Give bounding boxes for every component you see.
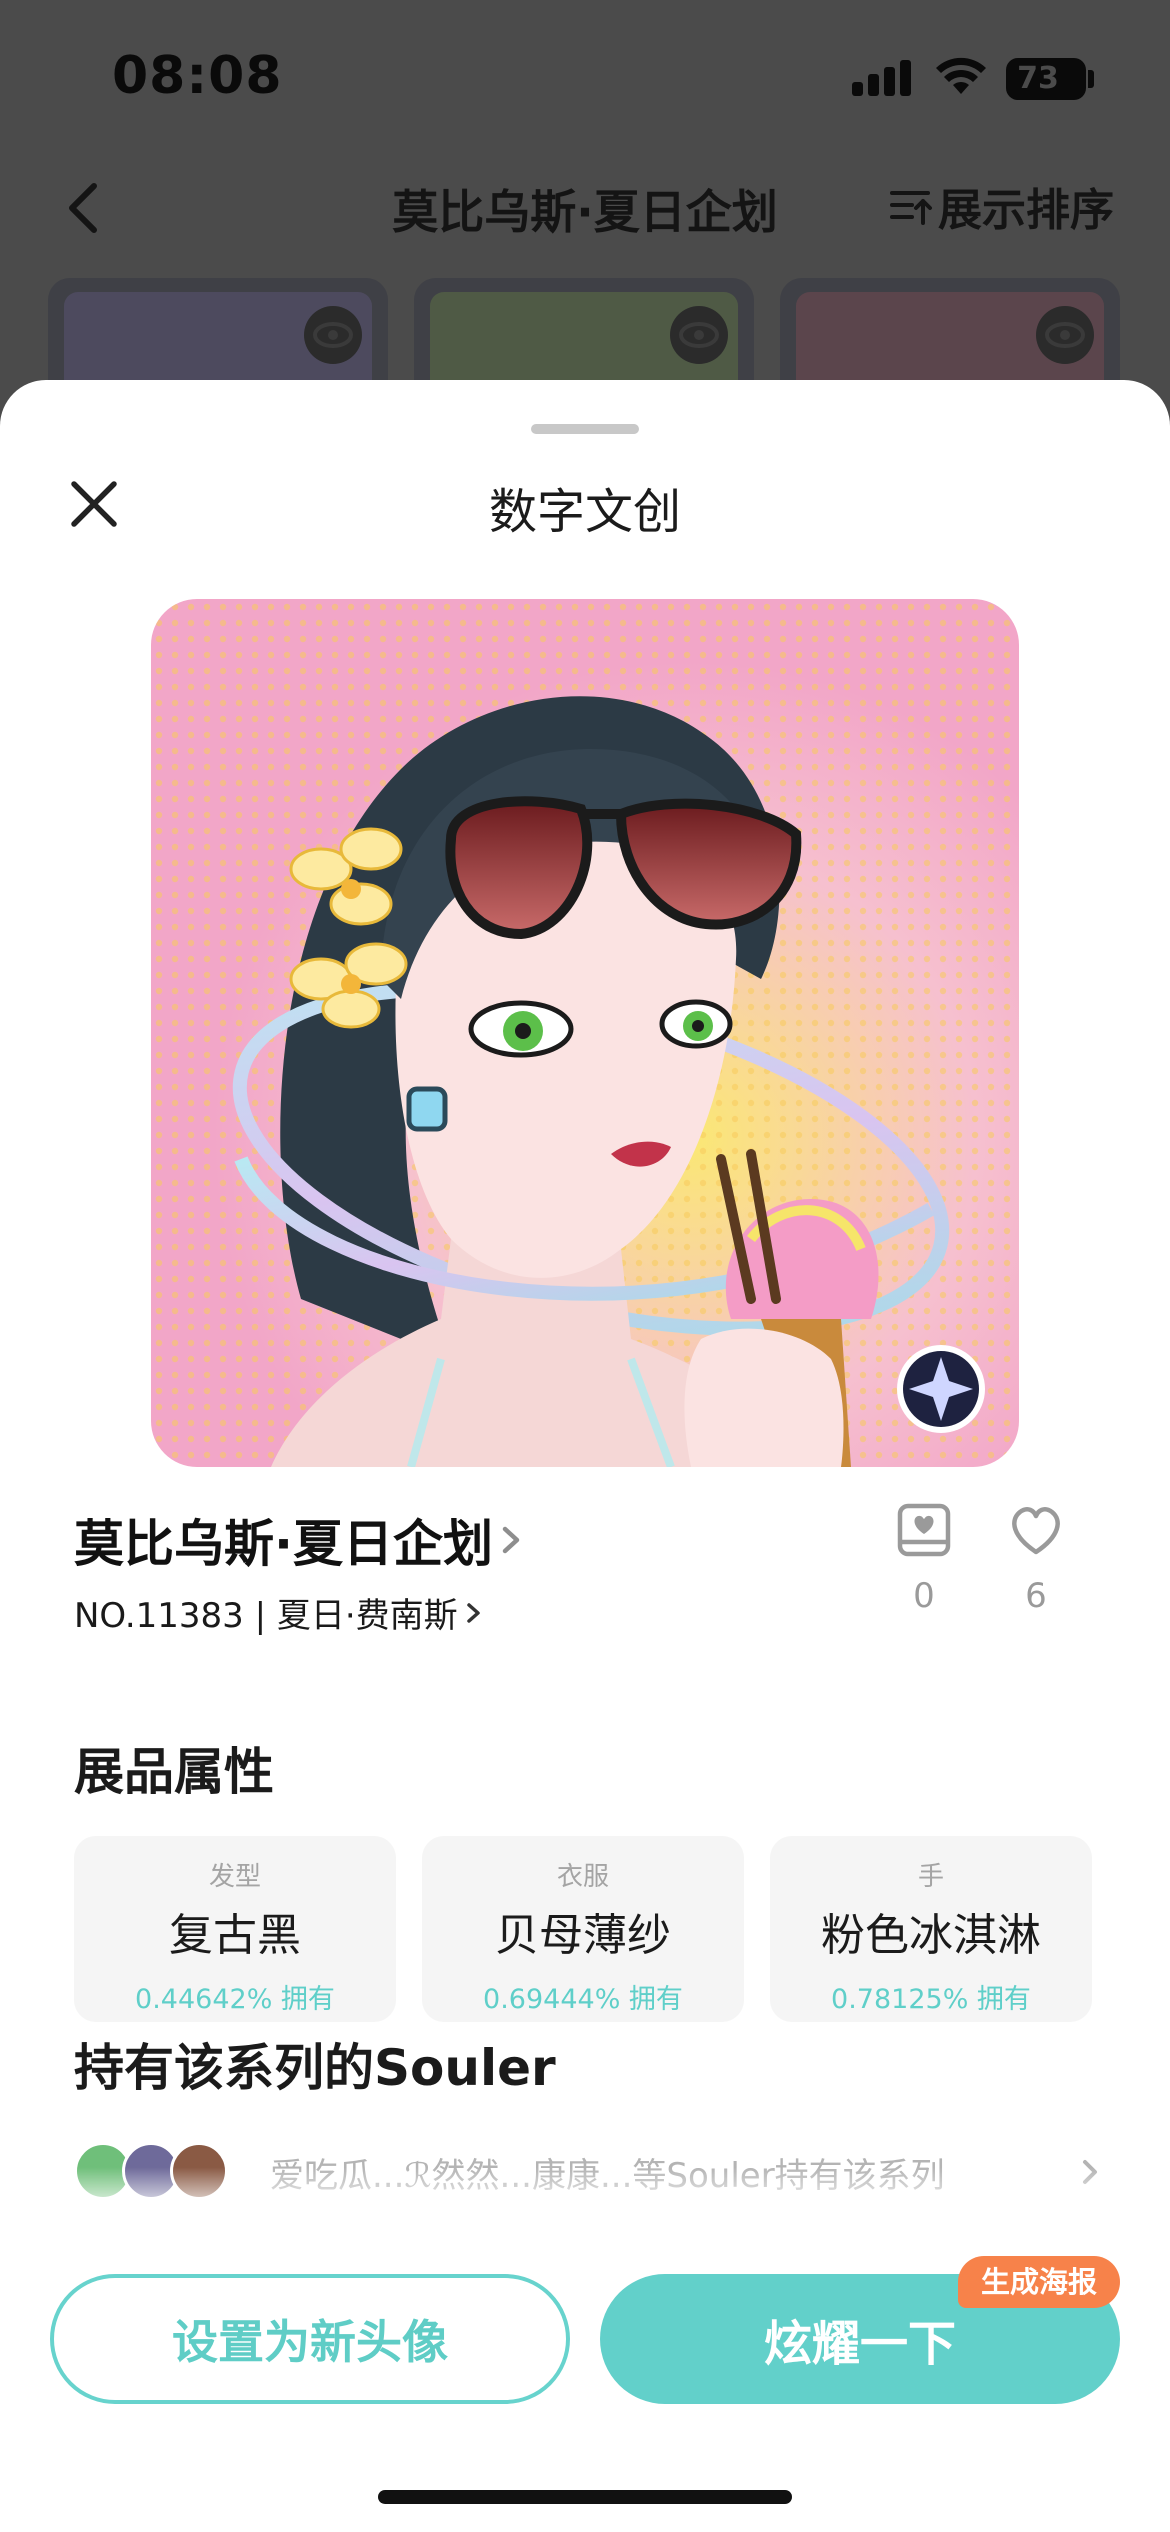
attribute-value: 贝母薄纱: [495, 1910, 671, 1961]
like-stat[interactable]: 6: [976, 1498, 1096, 1616]
collect-icon: [897, 1503, 951, 1557]
eye-icon[interactable]: [1036, 306, 1094, 364]
attribute-rarity: 0.44642% 拥有: [135, 1984, 335, 2015]
nft-artwork: [151, 599, 1019, 1467]
attribute-rarity: 0.69444% 拥有: [483, 1984, 683, 2015]
like-count: 6: [1025, 1576, 1047, 1616]
attribute-type: 衣服: [556, 1862, 609, 1892]
sheet-grabber[interactable]: [531, 424, 639, 434]
nft-number-link[interactable]: NO.11383 | 夏日·费南斯: [74, 1588, 486, 1637]
sort-icon: [890, 191, 932, 225]
owners-summary: 爱吃瓜...ℛ然然...康康...等Souler持有该系列: [270, 2156, 945, 2196]
battery-level: 73: [1017, 61, 1059, 96]
owners-title: 持有该系列的Souler: [74, 2039, 556, 2097]
home-indicator: [378, 2490, 792, 2504]
back-icon[interactable]: [62, 180, 106, 236]
status-time: 08:08: [112, 46, 283, 106]
attributes-title: 展品属性: [74, 1743, 274, 1801]
sort-label: 展示排序: [938, 185, 1114, 236]
detail-sheet: 数字文创 莫比乌斯·夏日企划 NO.11383 | 夏日·费南斯 0 6 展品属…: [0, 380, 1170, 2532]
chevron-right-icon: [502, 1526, 520, 1554]
close-icon[interactable]: [66, 476, 122, 532]
sort-button[interactable]: 展示排序: [888, 178, 1114, 236]
attribute-value: 复古黑: [169, 1910, 301, 1961]
attribute-type: 手: [917, 1862, 944, 1892]
owners-list-link[interactable]: 爱吃瓜...ℛ然然...康康...等Souler持有该系列: [74, 2140, 1104, 2208]
attribute-card: 手 粉色冰淇淋 0.78125% 拥有: [770, 1836, 1092, 2022]
generate-poster-badge[interactable]: 生成海报: [958, 2256, 1120, 2308]
cellular-signal-icon: [852, 60, 912, 96]
status-bar: 08:08 73: [0, 0, 1170, 150]
collection-link[interactable]: 莫比乌斯·夏日企划: [74, 1504, 527, 1576]
nav-title: 莫比乌斯·夏日企划: [392, 185, 778, 239]
set-avatar-button[interactable]: 设置为新头像: [50, 2274, 570, 2404]
attribute-type: 发型: [208, 1862, 261, 1892]
attribute-rarity: 0.78125% 拥有: [831, 1984, 1031, 2015]
attribute-card: 发型 复古黑 0.44642% 拥有: [74, 1836, 396, 2022]
screen: 08:08 73 莫比乌斯·夏日企划 展示排序 数字文创 莫比乌斯·夏日企划 N…: [0, 0, 1170, 2532]
nft-number: NO.11383 | 夏日·费南斯: [74, 1596, 458, 1636]
battery-icon: 73: [1006, 58, 1086, 100]
battery-cap: [1088, 70, 1094, 88]
chevron-right-icon: [466, 1602, 480, 1623]
chevron-right-icon: [1083, 2160, 1097, 2184]
heart-icon: [1012, 1507, 1060, 1555]
sheet-title: 数字文创: [488, 484, 681, 540]
nft-name: 莫比乌斯·夏日企划: [74, 1515, 493, 1573]
eye-icon[interactable]: [304, 306, 362, 364]
collect-count: 0: [913, 1576, 935, 1616]
attribute-card: 衣服 贝母薄纱 0.69444% 拥有: [422, 1836, 744, 2022]
avatar: [170, 2142, 228, 2200]
wifi-icon: [936, 57, 986, 94]
attribute-value: 粉色冰淇淋: [821, 1910, 1041, 1961]
background-page: 08:08 73 莫比乌斯·夏日企划 展示排序: [0, 0, 1170, 438]
eye-icon[interactable]: [670, 306, 728, 364]
collect-stat[interactable]: 0: [864, 1498, 984, 1616]
